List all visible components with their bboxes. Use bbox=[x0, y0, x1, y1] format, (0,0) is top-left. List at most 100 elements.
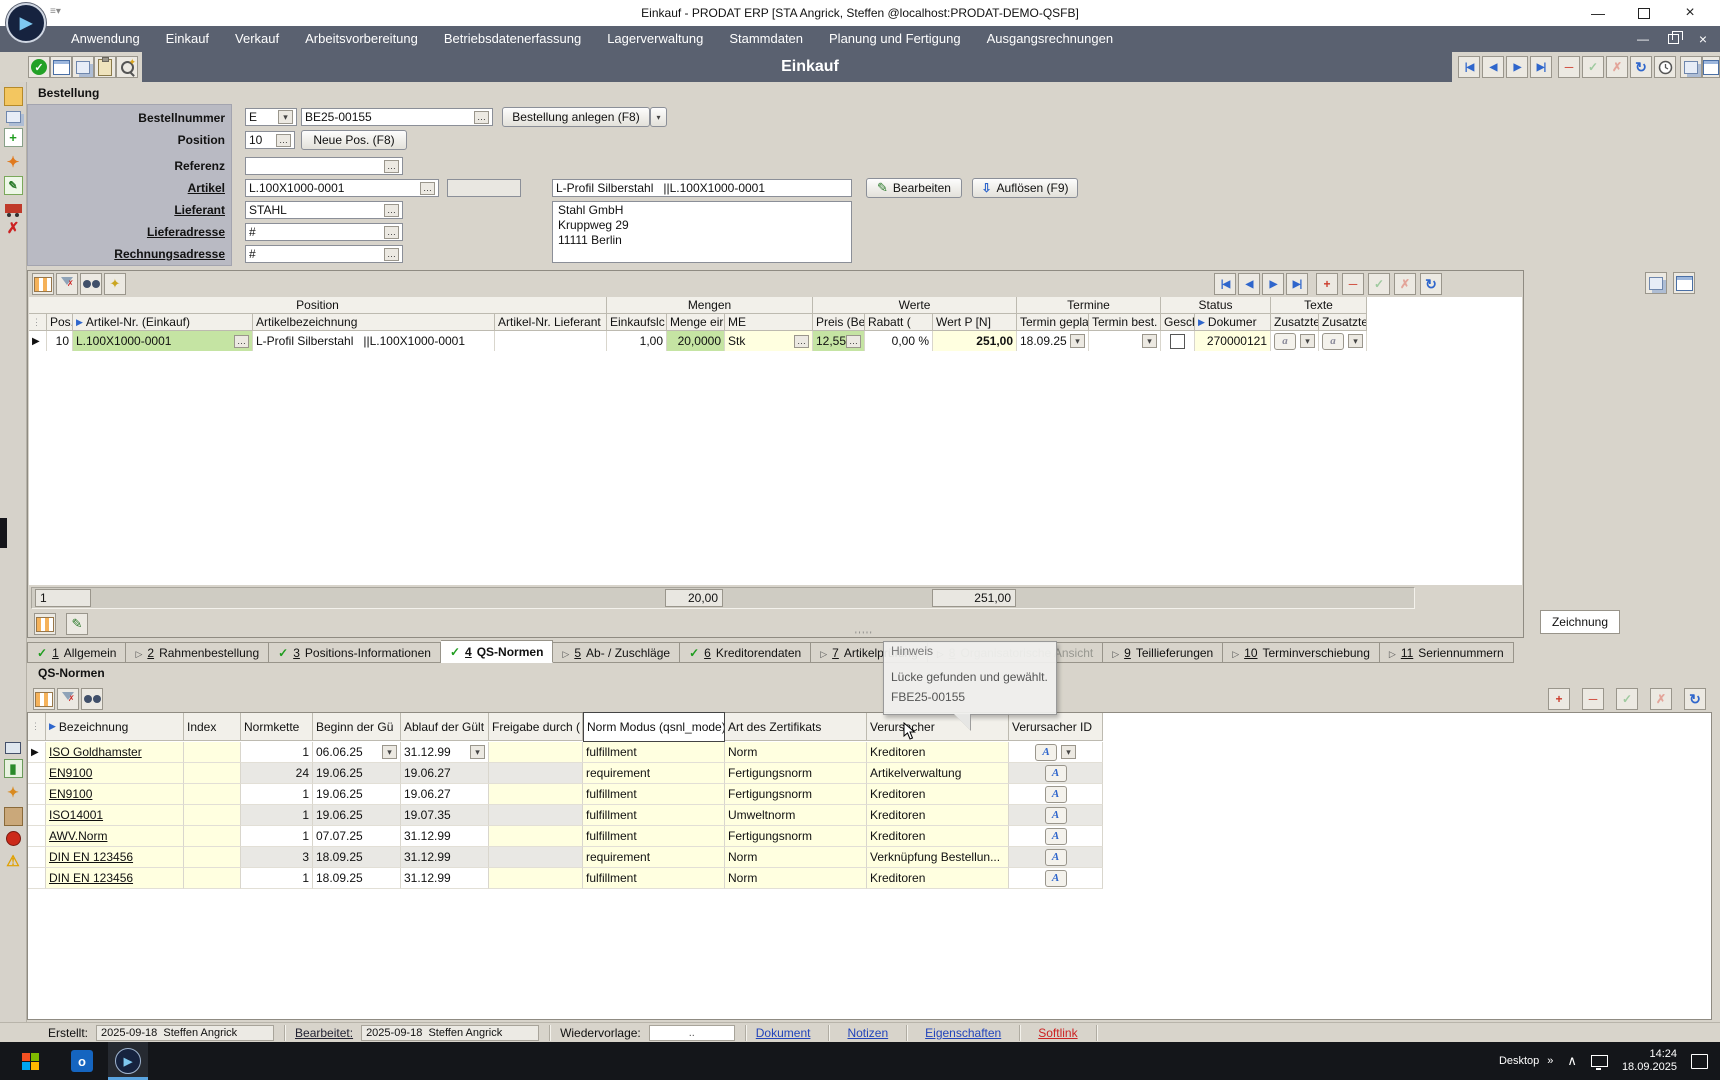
cell-art[interactable]: Fertigungsnorm bbox=[725, 763, 867, 784]
new-window-button[interactable] bbox=[50, 56, 72, 78]
next-record-button[interactable]: ▶ bbox=[1506, 56, 1528, 78]
col-artikel-nr[interactable]: ▶Artikel-Nr. (Einkauf) bbox=[73, 314, 253, 331]
bestellung-anlegen-button[interactable]: Bestellung anlegen (F8) bbox=[502, 107, 650, 127]
cell-verursacher-id[interactable]: A bbox=[1009, 868, 1103, 889]
chevron-down-icon[interactable] bbox=[1142, 334, 1157, 348]
cell-index[interactable] bbox=[184, 805, 241, 826]
group-position[interactable]: Position bbox=[29, 297, 607, 314]
cell-norm-modus[interactable]: fulfillment bbox=[583, 805, 725, 826]
remove-record-button[interactable]: ─ bbox=[1558, 56, 1580, 78]
grid-cancel-button[interactable]: ✗ bbox=[1394, 273, 1416, 295]
cell-verursacher[interactable]: Kreditoren bbox=[867, 868, 1009, 889]
tab-kreditorendaten[interactable]: 6Kreditorendaten bbox=[680, 642, 811, 663]
col-termin-geplant[interactable]: Termin gepla bbox=[1017, 314, 1089, 331]
text-a-icon[interactable]: a bbox=[1274, 333, 1296, 350]
cell-beginn[interactable]: 06.06.25 bbox=[313, 742, 401, 763]
grid-refresh-button[interactable]: ↻ bbox=[1420, 273, 1442, 295]
monitor-icon[interactable] bbox=[5, 742, 21, 754]
chevron-down-icon[interactable] bbox=[470, 745, 485, 759]
cell-rabatt[interactable]: 0,00 % bbox=[865, 331, 933, 351]
search-records-button[interactable] bbox=[80, 273, 102, 295]
cell-verursacher[interactable]: Verknüpfung Bestellun... bbox=[867, 847, 1009, 868]
aufloesen-button[interactable]: ⇩Auflösen (F9) bbox=[972, 178, 1078, 198]
qs-refresh-button[interactable]: ↻ bbox=[1684, 688, 1706, 710]
ellipsis-icon[interactable] bbox=[384, 160, 399, 173]
referenz-input[interactable] bbox=[245, 157, 403, 175]
ellipsis-icon[interactable] bbox=[384, 226, 399, 239]
verursacher-id-icon[interactable]: A bbox=[1045, 786, 1067, 803]
confirm-toolbar-button[interactable]: ✓ bbox=[28, 56, 50, 78]
start-button[interactable] bbox=[10, 1042, 50, 1080]
cell-verursacher[interactable]: Kreditoren bbox=[867, 805, 1009, 826]
cell-normkette[interactable]: 1 bbox=[241, 868, 313, 889]
group-texte[interactable]: Texte bbox=[1271, 297, 1367, 314]
cell-verursacher[interactable]: Kreditoren bbox=[867, 826, 1009, 847]
preview-window-button[interactable] bbox=[1645, 272, 1667, 294]
cell-art[interactable]: Fertigungsnorm bbox=[725, 784, 867, 805]
cell-dokument[interactable]: 270000121 bbox=[1195, 331, 1271, 351]
cell-verursacher-id[interactable]: A bbox=[1009, 805, 1103, 826]
wiedervorlage-field[interactable]: .. bbox=[649, 1025, 735, 1041]
qs-delete-row-button[interactable]: ─ bbox=[1582, 688, 1604, 710]
cell-norm-modus[interactable]: requirement bbox=[583, 847, 725, 868]
menu-arbeitsvorbereitung[interactable]: Arbeitsvorbereitung bbox=[292, 26, 431, 52]
cell-beginn[interactable]: 19.06.25 bbox=[313, 784, 401, 805]
clipboard-button[interactable] bbox=[94, 56, 116, 78]
cell-bezeichnung[interactable]: DIN EN 123456 bbox=[46, 847, 184, 868]
cell-beginn[interactable]: 07.07.25 bbox=[313, 826, 401, 847]
grid-add-row-button[interactable]: + bbox=[1316, 273, 1338, 295]
cell-art[interactable]: Umweltnorm bbox=[725, 805, 867, 826]
filter-clear-button[interactable]: ✗ bbox=[56, 273, 78, 295]
grid-columns-button[interactable] bbox=[32, 273, 54, 295]
cell-bezeichnung[interactable]: EN9100 bbox=[46, 784, 184, 805]
col-bezeichnung[interactable]: ▶Bezeichnung bbox=[46, 713, 184, 741]
cell-ablauf[interactable]: 31.12.99 bbox=[401, 742, 489, 763]
chevron-down-icon[interactable] bbox=[1070, 334, 1085, 348]
cell-art[interactable]: Norm bbox=[725, 742, 867, 763]
cell-me[interactable]: Stk bbox=[725, 331, 813, 351]
tab-teillieferungen[interactable]: 9Teillieferungen bbox=[1103, 642, 1223, 663]
bestellnummer-prefix-select[interactable]: E bbox=[245, 108, 297, 126]
previous-record-button[interactable]: ◀ bbox=[1482, 56, 1504, 78]
cell-verursacher[interactable]: Artikelverwaltung bbox=[867, 763, 1009, 784]
col-einkaufsl[interactable]: Einkaufslc bbox=[607, 314, 667, 331]
handshake-icon[interactable]: ✦ bbox=[4, 152, 23, 171]
cell-bezeichnung[interactable]: ISO14001 bbox=[46, 805, 184, 826]
cell-bezeichnung[interactable]: ISO Goldhamster bbox=[46, 742, 184, 763]
tab-terminverschiebung[interactable]: 10Terminverschiebung bbox=[1223, 642, 1380, 663]
cell-art[interactable]: Fertigungsnorm bbox=[725, 826, 867, 847]
window-close-button[interactable]: × bbox=[1668, 0, 1712, 26]
menu-ausgangsrechnungen[interactable]: Ausgangsrechnungen bbox=[974, 26, 1127, 52]
bearbeitet-link[interactable]: Bearbeitet: bbox=[295, 1026, 353, 1040]
cell-termin-best[interactable] bbox=[1089, 331, 1161, 351]
ellipsis-icon[interactable] bbox=[794, 335, 809, 348]
col-artikel-nr-lieferant[interactable]: Artikel-Nr. Lieferant bbox=[495, 314, 607, 331]
cell-beginn[interactable]: 18.09.25 bbox=[313, 868, 401, 889]
cell-ablauf[interactable]: 19.06.27 bbox=[401, 763, 489, 784]
col-me[interactable]: ME bbox=[725, 314, 813, 331]
tab-positions-informationen[interactable]: 3Positions-Informationen bbox=[269, 642, 441, 663]
window-maximize-button[interactable] bbox=[1622, 0, 1666, 26]
col-pos[interactable]: Pos. bbox=[47, 314, 73, 331]
notification-center-icon[interactable] bbox=[1691, 1054, 1708, 1069]
verursacher-id-icon[interactable]: A bbox=[1045, 828, 1067, 845]
cell-einkaufsl[interactable]: 1,00 bbox=[607, 331, 667, 351]
menu-anwendung[interactable]: Anwendung bbox=[58, 26, 153, 52]
cell-menge[interactable]: 20,0000 bbox=[667, 331, 725, 351]
dokument-link[interactable]: Dokument bbox=[756, 1026, 811, 1040]
qs-row[interactable]: ISO14001 1 19.06.25 19.07.35 fulfillment… bbox=[28, 805, 1711, 826]
network-icon[interactable] bbox=[1591, 1055, 1608, 1067]
first-record-button[interactable]: |◀ bbox=[1458, 56, 1480, 78]
panel-expand-button[interactable] bbox=[1702, 56, 1720, 78]
wizard-button[interactable]: ✦ bbox=[104, 273, 126, 295]
cell-freigabe[interactable] bbox=[489, 868, 583, 889]
group-werte[interactable]: Werte bbox=[813, 297, 1017, 314]
cell-normkette[interactable]: 1 bbox=[241, 826, 313, 847]
cell-freigabe[interactable] bbox=[489, 784, 583, 805]
chevrons-label[interactable]: » bbox=[1547, 1055, 1553, 1067]
col-menge[interactable]: Menge eir bbox=[667, 314, 725, 331]
desktop-label[interactable]: Desktop bbox=[1499, 1055, 1539, 1067]
ellipsis-icon[interactable] bbox=[384, 204, 399, 217]
group-status[interactable]: Status bbox=[1161, 297, 1271, 314]
screens-icon[interactable] bbox=[6, 111, 21, 123]
